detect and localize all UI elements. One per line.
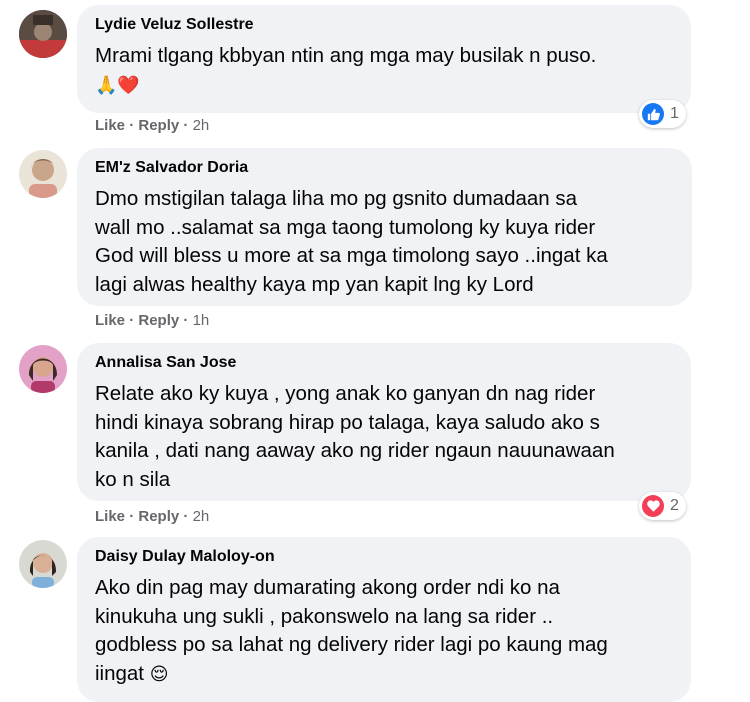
emoji: 😌 [149, 663, 169, 685]
comment-bubble: Daisy Dulay Maloloy-on Ako din pag may d… [77, 537, 691, 702]
timestamp[interactable]: 2h [193, 117, 210, 134]
comment-text: Ako din pag may dumarating akong order n… [95, 576, 608, 685]
comment-bubble: Lydie Veluz Sollestre Mrami tlgang kbbya… [77, 5, 691, 113]
author-name[interactable]: Lydie Veluz Sollestre [95, 15, 674, 35]
author-name[interactable]: Annalisa San Jose [95, 353, 674, 373]
reply-button[interactable]: Reply [138, 117, 179, 134]
comment-text: Dmo mstigilan talaga liha mo pg gsnito d… [95, 187, 608, 296]
avatar[interactable] [19, 540, 67, 588]
reply-button[interactable]: Reply [138, 312, 179, 329]
reaction-count: 1 [670, 105, 679, 122]
avatar[interactable] [19, 150, 67, 198]
like-button[interactable]: Like [95, 117, 125, 134]
separator: · [129, 312, 135, 329]
reaction-count: 2 [670, 497, 679, 514]
comment-bubble: Annalisa San Jose Relate ako ky kuya , y… [77, 343, 691, 501]
separator: · [129, 117, 135, 134]
reaction-badge[interactable]: 2 [639, 492, 686, 520]
like-reaction-icon [642, 103, 664, 125]
comment-actions: Like · Reply · 1h [95, 312, 209, 329]
reply-button[interactable]: Reply [138, 508, 179, 525]
comment-actions: Like · Reply · 2h [95, 508, 209, 525]
separator: · [183, 117, 189, 134]
author-name[interactable]: Daisy Dulay Maloloy-on [95, 547, 674, 567]
comment-text: Mrami tlgang kbbyan ntin ang mga may bus… [95, 44, 597, 96]
love-reaction-icon [642, 495, 664, 517]
comment-text: Relate ako ky kuya , yong anak ko ganyan… [95, 382, 615, 491]
like-button[interactable]: Like [95, 312, 125, 329]
avatar[interactable] [19, 345, 67, 393]
separator: · [129, 508, 135, 525]
comment-bubble: EM'z Salvador Doria Dmo mstigilan talaga… [77, 148, 692, 306]
timestamp[interactable]: 1h [193, 312, 210, 329]
author-name[interactable]: EM'z Salvador Doria [95, 158, 675, 178]
reaction-badge[interactable]: 1 [639, 100, 686, 128]
comment-actions: Like · Reply · 2h [95, 117, 209, 134]
like-button[interactable]: Like [95, 508, 125, 525]
emoji: 🙏❤️ [95, 74, 140, 96]
separator: · [183, 312, 189, 329]
avatar[interactable] [19, 10, 67, 58]
separator: · [183, 508, 189, 525]
timestamp[interactable]: 2h [193, 508, 210, 525]
